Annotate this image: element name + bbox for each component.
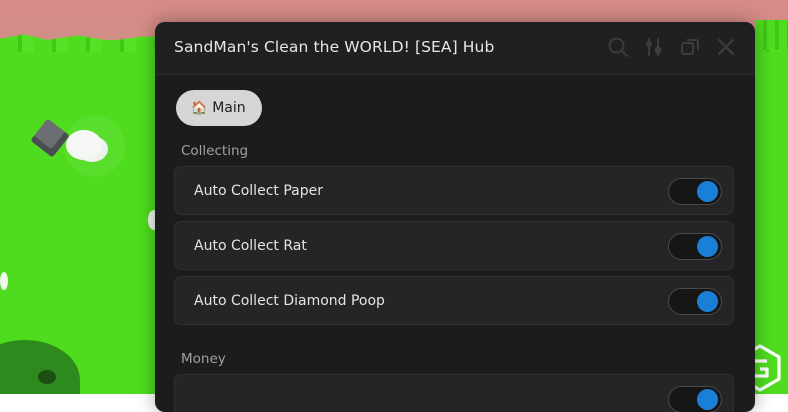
tab-main-label: Main [212, 100, 246, 116]
close-icon[interactable] [715, 36, 737, 58]
window-title: SandMan's Clean the WORLD! [SEA] Hub [174, 38, 495, 56]
hill-shadow [38, 370, 56, 384]
row-label: Auto Collect Rat [194, 238, 307, 254]
white-object [0, 272, 8, 290]
row-label: Auto Collect Diamond Poop [194, 293, 385, 309]
toggle-row-auto-collect-paper[interactable]: Auto Collect Paper [174, 166, 734, 215]
toggle-row-auto-collect-diamond-poop[interactable]: Auto Collect Diamond Poop [174, 276, 734, 325]
titlebar-controls [607, 36, 737, 58]
toggle-switch[interactable] [668, 233, 722, 260]
titlebar: SandMan's Clean the WORLD! [SEA] Hub [155, 22, 755, 75]
toggle-switch[interactable] [668, 386, 722, 412]
settings-sliders-icon[interactable] [643, 36, 665, 58]
toggle-knob [697, 389, 718, 410]
toggle-knob [697, 291, 718, 312]
toggle-knob [697, 236, 718, 257]
toggle-switch[interactable] [668, 288, 722, 315]
toggle-row-auto-collect-rat[interactable]: Auto Collect Rat [174, 221, 734, 270]
hub-window: SandMan's Clean the WORLD! [SEA] Hub 🏠 M… [155, 22, 755, 412]
home-icon: 🏠 [191, 100, 208, 116]
cloud-object [66, 130, 102, 160]
tab-main[interactable]: 🏠 Main [176, 90, 262, 126]
tab-bar: 🏠 Main [176, 90, 262, 126]
copy-icon[interactable] [679, 36, 701, 58]
search-icon[interactable] [607, 36, 629, 58]
toggle-switch[interactable] [668, 178, 722, 205]
toggle-row-money-option[interactable] [174, 374, 734, 412]
section-label-money: Money [181, 351, 226, 367]
section-label-collecting: Collecting [181, 143, 249, 159]
toggle-knob [697, 181, 718, 202]
row-label: Auto Collect Paper [194, 183, 323, 199]
